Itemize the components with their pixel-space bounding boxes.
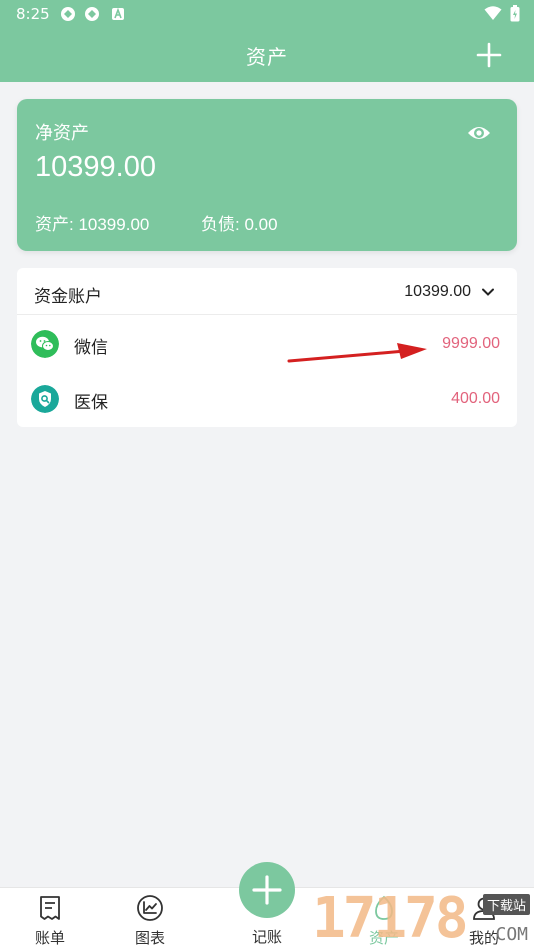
notification-icon — [85, 7, 99, 21]
status-time: 8:25 — [16, 5, 50, 23]
plus-icon — [252, 875, 282, 905]
tab-bill[interactable]: 账单 — [0, 888, 100, 950]
status-bar: 8:25 — [0, 0, 534, 28]
net-asset-label: 净资产 — [35, 123, 89, 144]
account-balance: 9999.00 — [442, 335, 500, 352]
annotation-arrow-icon — [287, 343, 427, 363]
accounts-panel: 资金账户 10399.00 微信 9999.00 医保 400.00 — [17, 268, 517, 427]
chart-icon — [137, 895, 163, 921]
net-asset-amount: 10399.00 — [35, 151, 156, 183]
notification-icon — [61, 7, 75, 21]
chevron-down-icon[interactable] — [481, 285, 495, 299]
total-debts: 负债: 0.00 — [201, 215, 278, 234]
bill-icon — [40, 896, 60, 920]
tab-label: 账单 — [34, 929, 65, 947]
app-notification-icon — [112, 7, 124, 20]
accounts-header-label: 资金账户 — [34, 287, 102, 307]
accounts-header-total: 10399.00 — [404, 283, 471, 300]
battery-icon — [510, 5, 520, 22]
watermark-tag: 下载站 — [482, 894, 530, 915]
account-row-wechat[interactable]: 微信 9999.00 — [17, 316, 517, 372]
net-asset-card: 净资产 10399.00 资产: 10399.00 负债: 0.00 — [17, 99, 517, 251]
tab-label: 图表 — [134, 929, 165, 947]
watermark-suffix: COM — [495, 924, 528, 945]
total-assets: 资产: 10399.00 — [35, 215, 150, 234]
watermark-number: 17178 — [312, 886, 469, 950]
account-balance: 400.00 — [451, 390, 500, 407]
wifi-icon — [484, 6, 502, 20]
account-name: 微信 — [74, 338, 108, 358]
account-name: 医保 — [74, 393, 108, 413]
add-account-button[interactable] — [476, 42, 502, 68]
add-record-label[interactable]: 记账 — [237, 926, 297, 947]
add-record-button[interactable] — [239, 862, 295, 918]
app-bar: 资产 — [0, 28, 534, 82]
tab-chart[interactable]: 图表 — [100, 888, 200, 950]
page-title: 资产 — [246, 45, 288, 69]
watermark-logo: 17178 下载站 COM — [308, 888, 534, 950]
eye-icon[interactable] — [467, 123, 491, 143]
medical-insurance-icon — [31, 385, 59, 413]
status-right — [484, 5, 520, 22]
accounts-header[interactable]: 资金账户 10399.00 — [17, 268, 517, 315]
account-row-medical[interactable]: 医保 400.00 — [17, 371, 517, 427]
wechat-icon — [31, 330, 59, 358]
